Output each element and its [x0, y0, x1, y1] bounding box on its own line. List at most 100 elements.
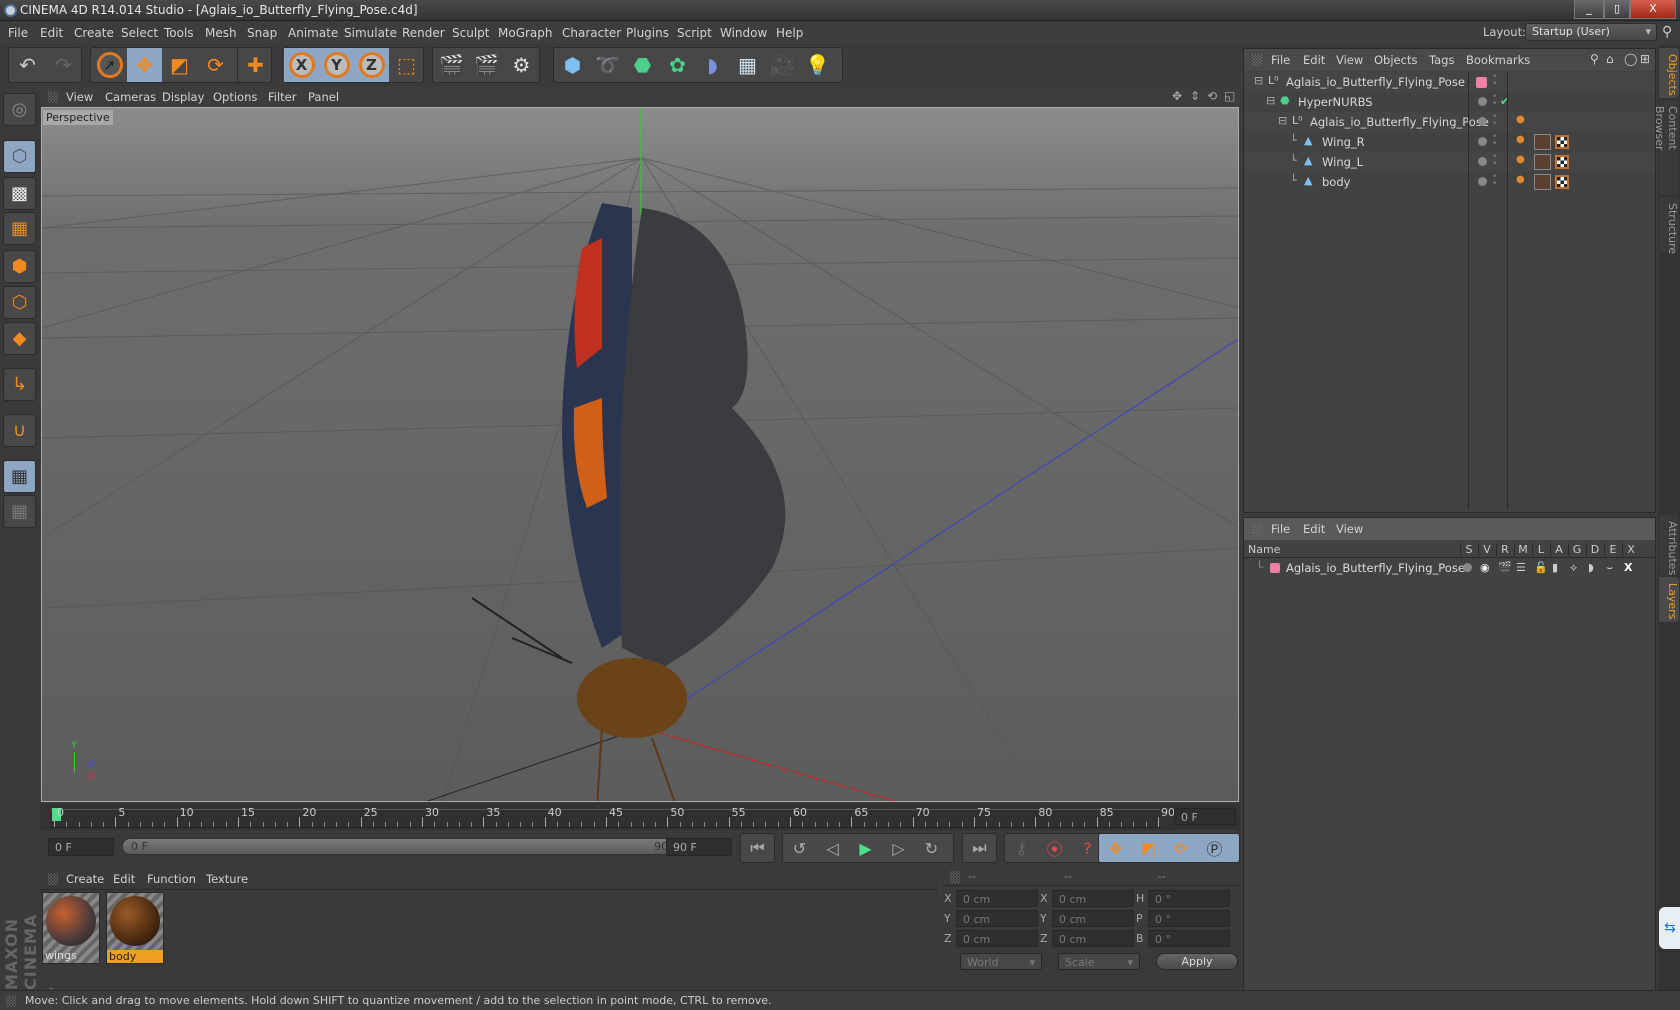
tab-attributes[interactable]: Attributes: [1659, 515, 1679, 575]
key-parameter-icon[interactable]: Ⓟ: [1198, 836, 1231, 860]
texture-mode-icon[interactable]: ▩: [3, 177, 36, 210]
polygons-mode-icon[interactable]: ◆: [3, 322, 36, 355]
layer-color-swatch[interactable]: [1476, 77, 1487, 88]
autokeying-icon[interactable]: ⦿: [1038, 836, 1071, 860]
layer-column-e[interactable]: E: [1604, 543, 1621, 556]
objects-menu-file[interactable]: File: [1271, 53, 1290, 67]
object-row[interactable]: ⊟ ⬣ HyperNURBS • • ✔: [1244, 92, 1655, 112]
layer-deformers-icon[interactable]: ◗: [1588, 561, 1594, 574]
live-selection-icon[interactable]: ➚: [92, 48, 127, 82]
render-visibility-dots[interactable]: • •: [1492, 133, 1497, 149]
menu-script[interactable]: Script: [677, 26, 712, 40]
position-z-field[interactable]: 0 cm: [956, 930, 1038, 947]
transform-mode-dropdown[interactable]: Scale ▾: [1058, 953, 1140, 970]
render-visibility-dots[interactable]: • •: [1492, 93, 1497, 109]
viewport-menu-view[interactable]: View: [66, 90, 93, 104]
previous-key-icon[interactable]: ↺: [783, 839, 816, 858]
layer-column-a[interactable]: A: [1550, 543, 1567, 556]
layer-column-m[interactable]: M: [1514, 543, 1531, 556]
redo-icon[interactable]: ↷: [46, 48, 81, 82]
layer-column-name[interactable]: Name: [1248, 543, 1280, 556]
menu-select[interactable]: Select: [121, 26, 158, 40]
cube-icon[interactable]: ⬢: [555, 48, 590, 82]
menu-animate[interactable]: Animate: [288, 26, 338, 40]
menu-character[interactable]: Character: [562, 26, 621, 40]
key-scale-icon[interactable]: ◩: [1132, 839, 1165, 858]
render-visibility-dots[interactable]: • •: [1492, 113, 1497, 129]
object-name[interactable]: Aglais_io_Butterfly_Flying_Pose: [1286, 75, 1465, 89]
rotation-p-field[interactable]: 0 °: [1148, 910, 1230, 927]
texture-tag-icon[interactable]: [1534, 134, 1551, 150]
editor-visibility-dot[interactable]: [1478, 97, 1487, 106]
menu-window[interactable]: Window: [720, 26, 767, 40]
menu-mograph[interactable]: MoGraph: [498, 26, 553, 40]
layer-generators-icon[interactable]: ⟡: [1570, 561, 1577, 575]
editor-visibility-dot[interactable]: [1478, 137, 1487, 146]
model-mode-icon[interactable]: ⬡: [3, 140, 36, 173]
render-visibility-dots[interactable]: • •: [1492, 173, 1497, 189]
coordinate-mode-dropdown[interactable]: World ▾: [960, 953, 1042, 970]
cloner-icon[interactable]: ✿: [660, 48, 695, 82]
menu-sculpt[interactable]: Sculpt: [452, 26, 489, 40]
tab-structure[interactable]: Structure: [1659, 197, 1679, 254]
y-axis-lock-button[interactable]: Y: [319, 48, 354, 82]
home-icon[interactable]: ⌂: [1606, 52, 1614, 66]
edges-mode-icon[interactable]: ⬡: [3, 286, 36, 319]
layer-animation-icon[interactable]: ▮: [1552, 561, 1558, 574]
objects-menu-view[interactable]: View: [1336, 53, 1363, 67]
objects-menu-tags[interactable]: Tags: [1429, 53, 1454, 67]
zoom-view-icon[interactable]: ⇕: [1190, 89, 1200, 103]
object-name[interactable]: Wing_L: [1322, 155, 1363, 169]
tab-content-browser[interactable]: Content Browser: [1653, 100, 1679, 195]
next-frame-icon[interactable]: ▷: [882, 839, 915, 858]
points-mode-icon[interactable]: ⬢: [3, 250, 36, 283]
menu-create[interactable]: Create: [74, 26, 114, 40]
material-menu-function[interactable]: Function: [147, 872, 196, 886]
editor-visibility-dot[interactable]: [1478, 157, 1487, 166]
record-key-icon[interactable]: ⚷: [1005, 839, 1038, 858]
layers-menu-edit[interactable]: Edit: [1303, 522, 1325, 536]
phong-tag-icon[interactable]: ●: [1516, 174, 1525, 185]
orbit-view-icon[interactable]: ⟲: [1207, 89, 1217, 103]
coordinate-system-icon[interactable]: ⬚: [389, 48, 424, 82]
objects-menu-edit[interactable]: Edit: [1303, 53, 1325, 67]
phong-tag-icon[interactable]: ●: [1516, 134, 1525, 145]
search-icon[interactable]: ⚲: [1590, 52, 1599, 66]
scale-icon[interactable]: ◩: [162, 48, 197, 82]
start-frame-field[interactable]: 0 F: [48, 838, 114, 856]
phong-tag-icon[interactable]: ●: [1516, 154, 1525, 165]
material-menu-edit[interactable]: Edit: [113, 872, 135, 886]
viewport-menu-filter[interactable]: Filter: [268, 90, 296, 104]
create-axis-icon[interactable]: ✚: [238, 48, 273, 82]
camera-icon[interactable]: 🎥: [765, 48, 800, 82]
menu-render[interactable]: Render: [402, 26, 445, 40]
object-row[interactable]: ⊟ L⁰ Aglais_io_Butterfly_Flying_Pose • •: [1244, 72, 1655, 92]
spline-icon[interactable]: ➰: [590, 48, 625, 82]
next-key-icon[interactable]: ↻: [915, 839, 948, 858]
play-icon[interactable]: ▶: [849, 839, 882, 858]
new-window-icon[interactable]: ⊞: [1640, 52, 1650, 66]
expand-toggle-icon[interactable]: ⊟: [1278, 114, 1287, 127]
layer-column-v[interactable]: V: [1478, 543, 1495, 556]
layer-xref-icon[interactable]: X: [1624, 561, 1632, 574]
layer-column-l[interactable]: L: [1532, 543, 1549, 556]
end-frame-field[interactable]: 90 F: [666, 838, 732, 856]
menu-simulate[interactable]: Simulate: [344, 26, 397, 40]
menu-file[interactable]: File: [8, 26, 28, 40]
perspective-viewport[interactable]: Y Z X: [41, 107, 1239, 802]
workplane-rotate-icon[interactable]: ▦: [3, 495, 36, 528]
render-view-icon[interactable]: 🎬: [434, 48, 469, 82]
rotation-b-field[interactable]: 0 °: [1148, 930, 1230, 947]
teamviewer-icon[interactable]: ⇆: [1659, 907, 1680, 949]
layout-dropdown[interactable]: Startup (User) ▾: [1525, 23, 1657, 41]
workplane-mode-icon[interactable]: ▦: [3, 212, 36, 245]
light-icon[interactable]: 💡: [800, 48, 835, 82]
workplane-lock-icon[interactable]: ▦: [3, 460, 36, 493]
preview-range-slider[interactable]: 0 F 90 F: [122, 838, 697, 855]
objects-menu-bookmarks[interactable]: Bookmarks: [1466, 53, 1530, 67]
size-x-field[interactable]: 0 cm: [1052, 890, 1134, 907]
minimize-button[interactable]: _: [1574, 0, 1604, 19]
uvw-tag-icon[interactable]: [1555, 155, 1569, 169]
layer-column-r[interactable]: R: [1496, 543, 1513, 556]
menu-help[interactable]: Help: [776, 26, 803, 40]
